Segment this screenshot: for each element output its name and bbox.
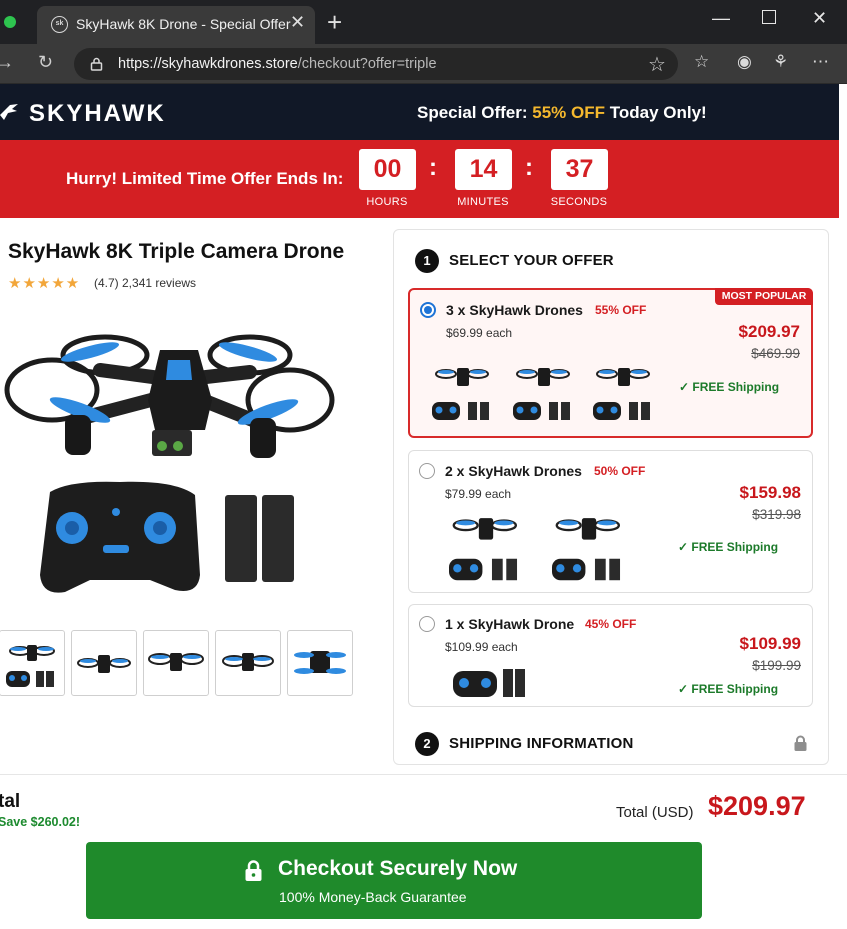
- offer-old-price: $469.99: [751, 346, 800, 361]
- offer-radio-selected[interactable]: [420, 302, 436, 318]
- minutes-label: MINUTES: [457, 196, 509, 208]
- offer-option-3-pack[interactable]: MOST POPULAR 3 x SkyHawk Drones 55% OFF …: [408, 288, 813, 438]
- thumbnail-5[interactable]: [287, 630, 353, 696]
- total-heading: tal: [0, 791, 21, 812]
- step-1-badge: 1: [415, 249, 439, 273]
- offer-name: 2 x SkyHawk Drones: [445, 463, 582, 479]
- hours-label: HOURS: [366, 196, 408, 208]
- new-tab-icon[interactable]: +: [327, 7, 342, 38]
- drone-bundle-icon: [449, 518, 518, 581]
- checkout-button[interactable]: Checkout Securely Now 100% Money-Back Gu…: [86, 842, 702, 919]
- screenshot-icon[interactable]: ◉: [737, 52, 752, 72]
- url-path: /checkout?offer=triple: [297, 56, 437, 72]
- offer-discount: 50% OFF: [594, 464, 646, 478]
- site-header: SKYHAWK Special Offer: 55% OFF Today Onl…: [0, 84, 839, 140]
- offer-price: $209.97: [738, 322, 800, 341]
- forward-icon[interactable]: →: [0, 52, 14, 73]
- more-menu-icon[interactable]: ⋯: [812, 52, 829, 72]
- browser-titlebar: sk SkyHawk 8K Drone - Special Offer ✕ + …: [0, 0, 847, 44]
- address-bar[interactable]: https://skyhawkdrones.store/checkout?off…: [74, 48, 678, 80]
- guarantee-text: 100% Money-Back Guarantee: [279, 889, 467, 905]
- offer-old-price: $319.98: [752, 507, 801, 522]
- total-label: Total (USD): [616, 804, 694, 821]
- maximize-icon[interactable]: [762, 10, 776, 24]
- minimize-icon[interactable]: —: [712, 8, 730, 29]
- drone-bundle-icon: [432, 368, 489, 420]
- offer-discount: 45% OFF: [585, 617, 637, 631]
- total-value: $209.97: [708, 791, 806, 821]
- offer-unit-price: $69.99 each: [446, 326, 513, 340]
- drone-thumbnail-icon: [294, 651, 346, 674]
- drone-thumbnail-icon: [77, 655, 131, 673]
- window-status-dot: [4, 16, 16, 28]
- countdown-seconds: 37: [551, 149, 608, 190]
- checkout-button-label: Checkout Securely Now: [278, 857, 518, 880]
- thumbnail-4[interactable]: [215, 630, 281, 696]
- product-title: SkyHawk 8K Triple Camera Drone: [8, 240, 345, 263]
- browser-tab[interactable]: sk SkyHawk 8K Drone - Special Offer ✕: [37, 6, 315, 44]
- lock-icon: [90, 57, 103, 71]
- drone-thumbnail-icon: [148, 653, 204, 671]
- countdown-minutes: 14: [455, 149, 512, 190]
- step-2-title[interactable]: SHIPPING INFORMATION: [449, 735, 634, 752]
- drone-bundle-icon: [593, 368, 650, 420]
- extensions-icon[interactable]: ⚘: [773, 52, 788, 72]
- countdown-separator: :: [429, 154, 437, 181]
- window-close-icon[interactable]: ✕: [812, 8, 827, 29]
- tab-favicon-icon: sk: [51, 16, 68, 33]
- bookmark-star-icon[interactable]: ☆: [648, 52, 666, 77]
- checkout-bar: tal Save $260.02! Total (USD) $209.97 Ch…: [0, 774, 847, 929]
- product-hero-image[interactable]: [0, 300, 380, 618]
- offer-radio[interactable]: [419, 616, 435, 632]
- rating-stars-icon: ★★★★★: [8, 275, 81, 292]
- hawk-logo-icon: [0, 104, 18, 120]
- countdown-hours: 00: [359, 149, 416, 190]
- offer-name: 3 x SkyHawk Drones: [446, 302, 583, 318]
- promo-banner: Special Offer: 55% OFF Today Only!: [417, 103, 707, 123]
- most-popular-badge: MOST POPULAR: [715, 288, 813, 305]
- free-shipping-label: ✓ FREE Shipping: [678, 682, 779, 696]
- offer-discount: 55% OFF: [595, 303, 647, 317]
- tab-close-icon[interactable]: ✕: [290, 12, 305, 33]
- offer-unit-price: $79.99 each: [445, 487, 512, 501]
- seconds-label: SECONDS: [550, 196, 608, 208]
- countdown-label: Hurry! Limited Time Offer Ends In:: [66, 169, 344, 188]
- lock-icon: [794, 735, 807, 751]
- reviews-link[interactable]: (4.7) 2,341 reviews: [94, 276, 196, 290]
- tab-title: SkyHawk 8K Drone - Special Offer: [76, 16, 291, 32]
- offer-old-price: $199.99: [752, 658, 801, 673]
- offer-unit-price: $109.99 each: [445, 640, 518, 654]
- offer-radio[interactable]: [419, 463, 435, 479]
- drone-thumbnail-icon: [6, 645, 55, 687]
- savings-text: Save $260.02!: [0, 815, 81, 829]
- lock-icon: [245, 860, 262, 881]
- drone-bundle-icon: [513, 368, 570, 420]
- step-1-title: SELECT YOUR OFFER: [449, 252, 614, 269]
- offer-price: $109.99: [739, 634, 801, 653]
- step-2-badge: 2: [415, 732, 439, 756]
- drone-bundle-icon: [552, 518, 621, 581]
- controller-bundle-icon: [453, 669, 525, 697]
- free-shipping-label: ✓ FREE Shipping: [678, 540, 779, 554]
- countdown-bar: Hurry! Limited Time Offer Ends In: 00 : …: [0, 140, 839, 218]
- free-shipping-label: ✓ FREE Shipping: [679, 380, 780, 394]
- url-host: https://skyhawkdrones.store: [118, 56, 298, 72]
- reload-icon[interactable]: ↻: [38, 52, 53, 73]
- offer-option-2-pack[interactable]: 2 x SkyHawk Drones 50% OFF $79.99 each $…: [408, 450, 813, 593]
- countdown-separator: :: [525, 154, 533, 181]
- promo-suffix: Today Only!: [605, 103, 707, 122]
- thumbnail-1[interactable]: [0, 630, 65, 696]
- offer-price: $159.98: [739, 483, 801, 502]
- promo-prefix: Special Offer:: [417, 103, 533, 122]
- drone-thumbnail-icon: [222, 653, 274, 671]
- offer-option-1-pack[interactable]: 1 x SkyHawk Drone 45% OFF $109.99 each $…: [408, 604, 813, 707]
- thumbnail-2[interactable]: [71, 630, 137, 696]
- thumbnail-3[interactable]: [143, 630, 209, 696]
- favorites-icon[interactable]: ☆: [694, 52, 709, 72]
- url-text: https://skyhawkdrones.store/checkout?off…: [118, 56, 437, 72]
- brand-name[interactable]: SKYHAWK: [29, 100, 166, 128]
- offer-name: 1 x SkyHawk Drone: [445, 616, 575, 632]
- browser-toolbar: → ↻ https://skyhawkdrones.store/checkout…: [0, 44, 847, 84]
- promo-highlight: 55% OFF: [532, 103, 606, 122]
